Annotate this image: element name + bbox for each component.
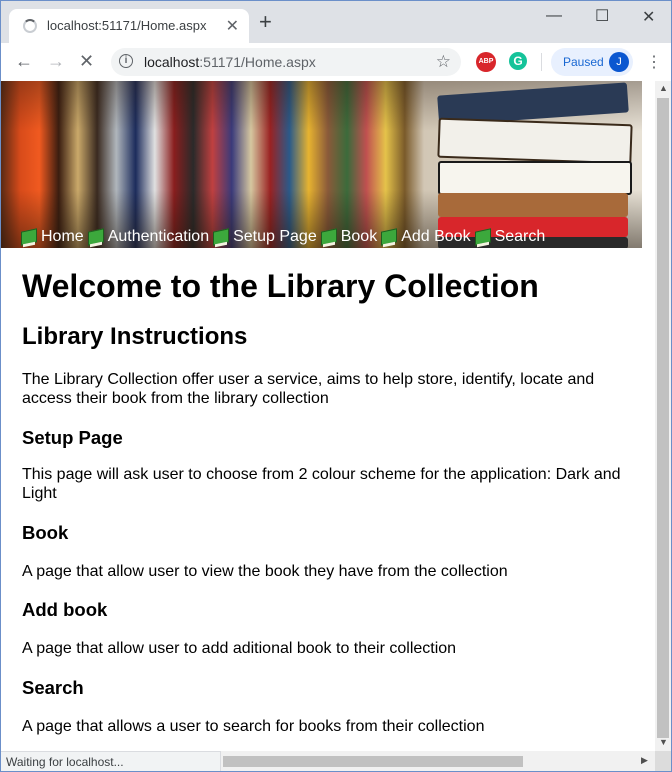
horizontal-scroll-thumb[interactable]: [223, 756, 523, 767]
kebab-menu-icon[interactable]: ⋮: [646, 52, 662, 72]
nav-link-book[interactable]: Book: [320, 228, 377, 246]
close-icon[interactable]: ✕: [226, 16, 239, 36]
maximize-icon[interactable]: ☐: [595, 6, 609, 26]
section-text-search: A page that allows a user to search for …: [22, 718, 485, 735]
tab-title: localhost:51171/Home.aspx: [47, 18, 207, 33]
header-banner: Home Authentication Setup Page Book Add …: [1, 81, 642, 248]
banner-book: [437, 117, 633, 165]
book-icon: [213, 228, 230, 246]
page-viewport: Home Authentication Setup Page Book Add …: [1, 81, 655, 751]
browser-tab[interactable]: localhost:51171/Home.aspx ✕: [9, 9, 249, 43]
nav-link-add-book[interactable]: Add Book: [381, 228, 471, 246]
vertical-scrollbar[interactable]: ▲ ▼: [655, 81, 671, 751]
page-title: Welcome to the Library Collection: [22, 268, 539, 304]
url-text[interactable]: localhost:51171/Home.aspx: [144, 54, 316, 70]
book-icon: [320, 228, 337, 246]
minimize-icon[interactable]: —: [546, 7, 562, 25]
star-icon[interactable]: ☆: [436, 52, 451, 72]
profile-status: Paused: [563, 55, 604, 69]
status-bubble: Waiting for localhost...: [1, 751, 221, 771]
book-icon: [87, 228, 104, 246]
banner-book: [438, 193, 628, 217]
spinner-icon: [23, 19, 37, 33]
instructions-heading: Library Instructions: [22, 323, 248, 350]
nav-link-setup-page[interactable]: Setup Page: [213, 228, 317, 246]
profile-button[interactable]: Paused J: [551, 48, 633, 76]
section-heading-setup-page: Setup Page: [22, 427, 123, 448]
nav-link-authentication[interactable]: Authentication: [87, 228, 209, 246]
scrollbar-corner: [655, 751, 671, 771]
section-text-book: A page that allow user to view the book …: [22, 563, 508, 580]
grammarly-icon[interactable]: G: [509, 52, 527, 70]
back-arrow-icon[interactable]: ←: [15, 51, 33, 71]
forward-arrow-icon[interactable]: →: [47, 51, 65, 71]
stop-icon[interactable]: ✕: [79, 51, 94, 71]
adblock-icon[interactable]: ABP: [476, 52, 496, 72]
window-close-icon[interactable]: ✕: [642, 7, 655, 27]
section-text-add-book: A page that allow user to add aditional …: [22, 640, 457, 657]
main-content: Welcome to the Library Collection Librar…: [22, 268, 632, 736]
avatar: J: [609, 52, 629, 72]
nav-link-home[interactable]: Home: [21, 228, 84, 246]
book-icon: [381, 228, 398, 246]
browser-toolbar: ← → ✕ i localhost:51171/Home.aspx ☆ ABP …: [1, 43, 671, 82]
scroll-down-icon[interactable]: ▼: [659, 737, 668, 747]
browser-window: localhost:51171/Home.aspx ✕ + — ☐ ✕ ← → …: [0, 0, 672, 772]
scroll-up-icon[interactable]: ▲: [659, 83, 668, 93]
tab-strip: localhost:51171/Home.aspx ✕ + — ☐ ✕: [1, 1, 671, 43]
toolbar-divider: [541, 53, 542, 71]
nav-link-search[interactable]: Search: [474, 228, 545, 246]
section-heading-add-book: Add book: [22, 599, 108, 620]
vertical-scroll-thumb[interactable]: [657, 98, 669, 738]
info-icon[interactable]: i: [119, 54, 133, 68]
section-heading-search: Search: [22, 677, 84, 698]
section-heading-book: Book: [22, 522, 69, 543]
intro-text: The Library Collection offer user a serv…: [22, 371, 595, 407]
book-icon: [21, 228, 37, 246]
scroll-right-icon[interactable]: ▶: [641, 755, 648, 766]
book-icon: [474, 228, 491, 246]
section-text-setup-page: This page will ask user to choose from 2…: [22, 466, 621, 502]
banner-book: [438, 161, 632, 195]
plus-icon[interactable]: +: [259, 11, 272, 33]
address-bar[interactable]: i localhost:51171/Home.aspx ☆: [111, 48, 461, 76]
site-nav: Home Authentication Setup Page Book Add …: [21, 226, 545, 248]
